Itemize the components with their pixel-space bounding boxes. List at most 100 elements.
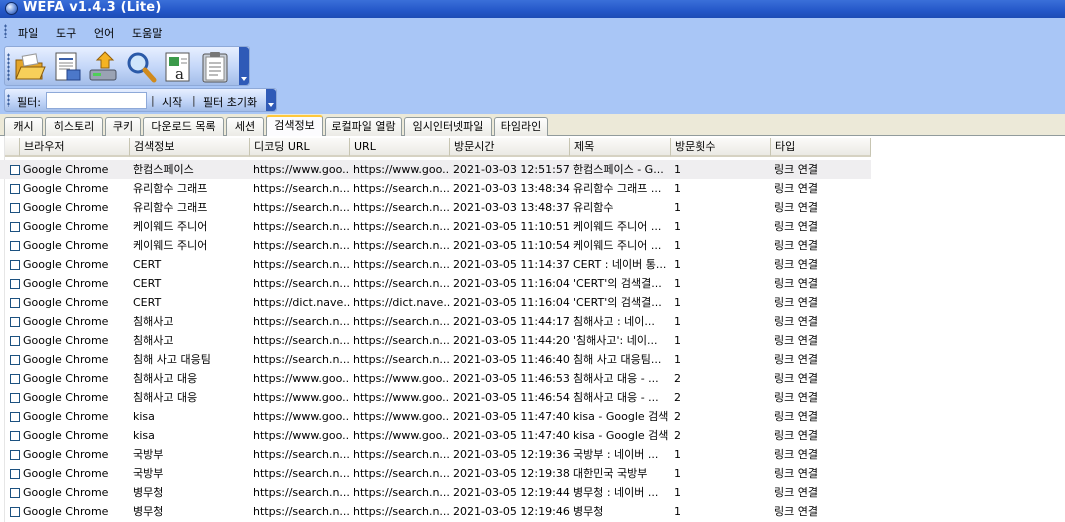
table-row[interactable]: Google Chrome 침해사고 대응 https://www.goo... ht… — [0, 388, 871, 407]
text-viewer-button[interactable]: a — [161, 50, 195, 84]
row-checkbox[interactable] — [10, 355, 20, 365]
column-header-visit-time[interactable]: 방문시간 — [450, 138, 570, 157]
separator: | — [151, 94, 155, 107]
export-button[interactable] — [87, 50, 121, 84]
tab-cookies[interactable]: 쿠키 — [105, 117, 141, 136]
cell-browser: Google Chrome — [23, 220, 109, 233]
row-checkbox[interactable] — [10, 336, 20, 346]
table-row[interactable]: Google Chrome CERT https://search.n... http… — [0, 274, 871, 293]
cell-decoded-url: https://www.goo... — [253, 410, 350, 423]
row-checkbox[interactable] — [10, 279, 20, 289]
cell-title: 침해사고 대응 - ... — [573, 391, 659, 404]
column-header-title[interactable]: 제목 — [570, 138, 671, 157]
table-row[interactable]: Google Chrome CERT https://search.n... http… — [0, 255, 871, 274]
cell-type: 링크 연결 — [774, 448, 818, 461]
reset-filter-button[interactable]: 필터 초기화 — [203, 94, 257, 110]
row-checkbox[interactable] — [10, 298, 20, 308]
table-row[interactable]: Google Chrome 국방부 https://search.n... https… — [0, 464, 871, 483]
table-row[interactable]: Google Chrome 유리함수 그래프 https://search.n...… — [0, 198, 871, 217]
cell-browser: Google Chrome — [23, 277, 109, 290]
open-folder-button[interactable] — [13, 50, 47, 84]
search-button[interactable] — [124, 50, 158, 84]
cell-visit-time: 2021-03-05 12:19:46 — [453, 505, 570, 518]
column-header-browser[interactable]: 브라우저 — [20, 138, 130, 157]
menu-language[interactable]: 언어 — [94, 25, 114, 41]
table-row[interactable]: Google Chrome 침해 사고 대응팀 https://search.n..… — [0, 350, 871, 369]
cell-visit-count: 1 — [674, 220, 681, 233]
tab-cache[interactable]: 캐시 — [4, 117, 43, 136]
row-checkbox[interactable] — [10, 374, 20, 384]
menu-tools[interactable]: 도구 — [56, 25, 76, 41]
table-row[interactable]: Google Chrome 침해사고 https://search.n... http… — [0, 331, 871, 350]
tab-search-info[interactable]: 검색정보 — [266, 115, 323, 136]
cell-decoded-url: https://search.n... — [253, 239, 350, 252]
cell-search-info: 케이웨드 주니어 — [133, 220, 208, 233]
cell-search-info: 병무청 — [133, 505, 164, 518]
menu-file[interactable]: 파일 — [18, 25, 38, 41]
table-row[interactable]: Google Chrome 케이웨드 주니어 https://search.n...… — [0, 236, 871, 255]
cell-search-info: 침해사고 — [133, 334, 174, 347]
row-checkbox[interactable] — [10, 165, 20, 175]
table-row[interactable]: Google Chrome 병무청 https://search.n... https… — [0, 483, 871, 502]
tab-history[interactable]: 히스토리 — [45, 117, 103, 136]
table-row[interactable]: Google Chrome 병무청 https://search.n... https… — [0, 502, 871, 521]
cell-decoded-url: https://search.n... — [253, 315, 350, 328]
column-header-url[interactable]: URL — [350, 138, 450, 157]
table-row[interactable]: Google Chrome 유리함수 그래프 https://search.n...… — [0, 179, 871, 198]
row-checkbox[interactable] — [10, 317, 20, 327]
column-header-search-info[interactable]: 검색정보 — [130, 138, 250, 157]
table-row[interactable]: Google Chrome kisa https://www.goo... https… — [0, 426, 871, 445]
row-checkbox[interactable] — [10, 241, 20, 251]
tab-temp-internet-files[interactable]: 임시인터넷파일 — [404, 117, 492, 136]
cell-decoded-url: https://search.n... — [253, 448, 350, 461]
menu-help[interactable]: 도움말 — [132, 25, 162, 41]
column-header-decoded-url[interactable]: 디코딩 URL — [250, 138, 350, 157]
cell-browser: Google Chrome — [23, 467, 109, 480]
row-checkbox[interactable] — [10, 203, 20, 213]
table-row[interactable]: Google Chrome 침해사고 https://search.n... http… — [0, 312, 871, 331]
table-row[interactable]: Google Chrome kisa https://www.goo... https… — [0, 407, 871, 426]
start-filter-button[interactable]: 시작 — [162, 94, 182, 110]
cell-decoded-url: https://dict.nave... — [253, 296, 350, 309]
tab-downloads[interactable]: 다운로드 목록 — [143, 117, 224, 136]
row-checkbox[interactable] — [10, 184, 20, 194]
cell-visit-count: 1 — [674, 353, 681, 366]
toolbar-grip[interactable] — [7, 53, 10, 81]
filter-bar: 필터: | 시작 | 필터 초기화 — [4, 88, 277, 112]
cell-title: 병무청 : 네이버 ... — [573, 486, 659, 499]
table-row[interactable]: Google Chrome 한컴스페이스 https://www.goo... htt… — [0, 160, 871, 179]
filter-input[interactable] — [46, 92, 147, 109]
filterbar-overflow-button[interactable] — [266, 89, 276, 111]
clipboard-button[interactable] — [198, 50, 232, 84]
column-header-type[interactable]: 타입 — [771, 138, 871, 157]
tab-local-files[interactable]: 로컬파일 열람 — [325, 117, 402, 136]
row-checkbox[interactable] — [10, 412, 20, 422]
menu-grip[interactable] — [4, 24, 7, 38]
tab-session[interactable]: 세션 — [226, 117, 264, 136]
row-checkbox[interactable] — [10, 507, 20, 517]
row-checkbox[interactable] — [10, 488, 20, 498]
column-header-visit-count[interactable]: 방문횟수 — [671, 138, 771, 157]
row-checkbox[interactable] — [10, 222, 20, 232]
row-checkbox[interactable] — [10, 393, 20, 403]
row-checkbox[interactable] — [10, 469, 20, 479]
filterbar-grip[interactable] — [7, 94, 10, 107]
cell-title: 한컴스페이스 - G... — [573, 163, 664, 176]
row-checkbox[interactable] — [10, 431, 20, 441]
open-folder-icon — [15, 53, 46, 80]
cell-type: 링크 연결 — [774, 391, 818, 404]
toolbar-overflow-button[interactable] — [239, 47, 249, 85]
table-row[interactable]: Google Chrome 케이웨드 주니어 https://search.n...… — [0, 217, 871, 236]
app-icon[interactable] — [5, 2, 18, 15]
table-row[interactable]: Google Chrome 침해사고 대응 https://www.goo... ht… — [0, 369, 871, 388]
checkbox-column-header[interactable] — [5, 138, 20, 157]
table-row[interactable]: Google Chrome 국방부 https://search.n... https… — [0, 445, 871, 464]
table-row[interactable]: Google Chrome CERT https://dict.nave... htt… — [0, 293, 871, 312]
report-button[interactable] — [50, 50, 84, 84]
row-checkbox[interactable] — [10, 260, 20, 270]
cell-visit-count: 2 — [674, 372, 681, 385]
row-checkbox[interactable] — [10, 450, 20, 460]
report-icon — [55, 52, 81, 81]
tab-timeline[interactable]: 타임라인 — [494, 117, 548, 136]
cell-title: 유리함수 그래프 ... — [573, 182, 662, 195]
